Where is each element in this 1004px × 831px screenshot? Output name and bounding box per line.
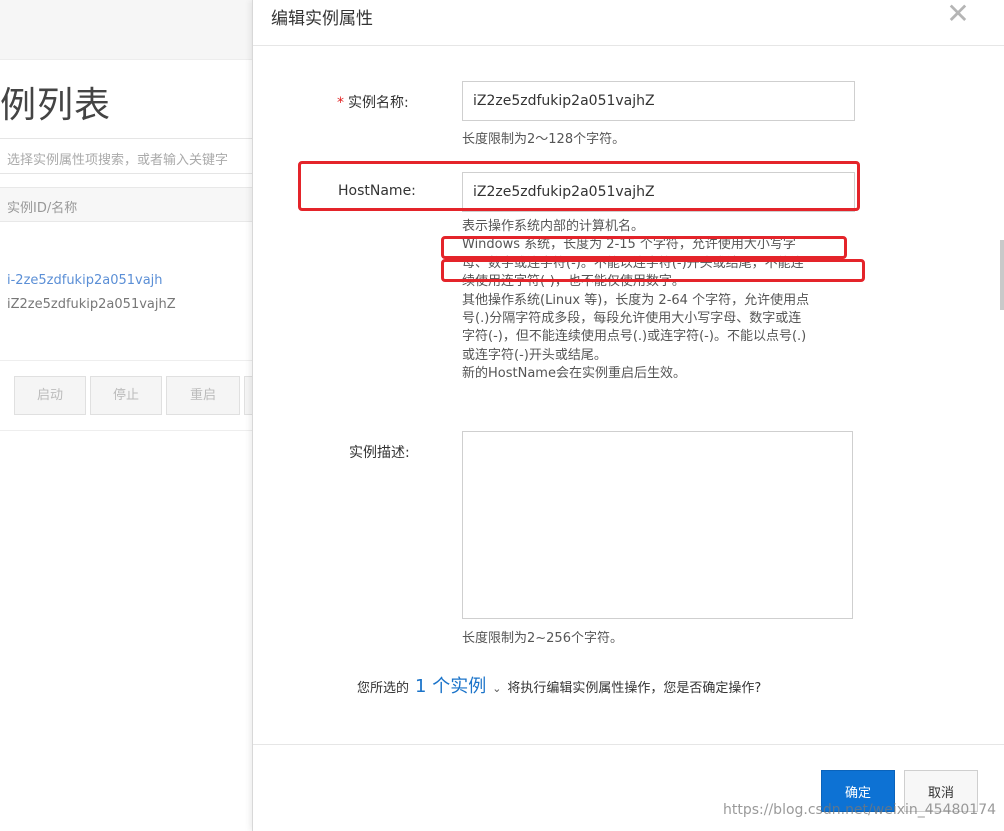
confirm-suffix: 将执行编辑实例属性操作，您是否确定操作? <box>507 681 762 696</box>
hostname-hint-line: 新的HostName会在实例重启后生效。 <box>462 366 686 382</box>
background-instance-name: iZ2ze5zdfukip2a051vajhZ <box>7 297 176 312</box>
background-divider <box>0 360 252 361</box>
hostname-hint: 表示操作系统内部的计算机名。 Windows 系统，长度为 2-15 个字符，允… <box>462 218 854 384</box>
dialog-header: 编辑实例属性 ✕ <box>253 0 1004 46</box>
description-textarea[interactable] <box>462 431 853 619</box>
background-page: 例列表 选择实例属性项搜索，或者输入关键字 实例ID/名称 i-2ze5zdfu… <box>0 0 252 831</box>
background-stop-button[interactable]: 停止 <box>90 376 162 415</box>
confirm-message: 您所选的 1 个实例 ⌄ 将执行编辑实例属性操作，您是否确定操作? <box>357 672 761 698</box>
hostname-hint-line: 或连字符(-)开头或结尾。 <box>462 347 607 363</box>
confirm-prefix: 您所选的 <box>357 681 410 696</box>
description-label: 实例描述: <box>349 445 410 461</box>
background-page-title: 例列表 <box>0 85 112 126</box>
dialog-title: 编辑实例属性 <box>271 9 373 29</box>
required-mark: * <box>337 95 344 111</box>
background-restart-button[interactable]: 重启 <box>166 376 240 415</box>
background-instance-id-link[interactable]: i-2ze5zdfukip2a051vajh <box>7 273 163 288</box>
edit-instance-dialog: 编辑实例属性 ✕ *实例名称: 长度限制为2～128个字符。 HostName:… <box>252 0 1004 831</box>
instance-name-label-text: 实例名称: <box>348 95 409 111</box>
hostname-hint-line: 其他操作系统(Linux 等)，长度为 2-64 个字符，允许使用点 <box>462 292 810 308</box>
instance-name-input[interactable] <box>462 81 855 121</box>
background-divider <box>0 430 252 431</box>
hostname-label: HostName: <box>338 183 416 199</box>
hostname-hint-line: 号(.)分隔字符成多段，每段允许使用大小写字母、数字或连 <box>462 311 802 327</box>
watermark: https://blog.csdn.net/weixin_45480174 <box>723 802 997 818</box>
selected-instances-link[interactable]: 1 个实例 <box>415 672 486 698</box>
hostname-hint-line: Windows 系统，长度为 2-15 个字符，允许使用大小写字 <box>462 237 796 253</box>
instance-name-label: * 实例名称: <box>337 92 409 112</box>
background-table-header: 实例ID/名称 <box>0 187 252 222</box>
hostname-input[interactable] <box>462 172 855 212</box>
background-search-input[interactable]: 选择实例属性项搜索，或者输入关键字 <box>0 138 252 174</box>
description-hint: 长度限制为2~256个字符。 <box>462 631 623 646</box>
close-icon[interactable]: ✕ <box>945 0 971 28</box>
hostname-hint-line: 字符(-)，但不能连续使用点号(.)或连字符(-)。不能以点号(.) <box>462 329 807 345</box>
hostname-hint-line: 表示操作系统内部的计算机名。 <box>462 219 645 234</box>
chevron-down-icon[interactable]: ⌄ <box>492 682 501 695</box>
background-start-button[interactable]: 启动 <box>14 376 86 415</box>
background-more-button[interactable] <box>244 376 252 415</box>
hostname-hint-line: 续使用连字符(-)，也不能仅使用数字。 <box>462 274 685 290</box>
hostname-hint-line: 母、数字或连字符(-)。不能以连字符(-)开头或结尾，不能连 <box>462 255 804 271</box>
scrollbar[interactable] <box>1000 240 1004 310</box>
instance-name-hint: 长度限制为2～128个字符。 <box>462 132 626 147</box>
background-top-bar <box>0 0 252 60</box>
